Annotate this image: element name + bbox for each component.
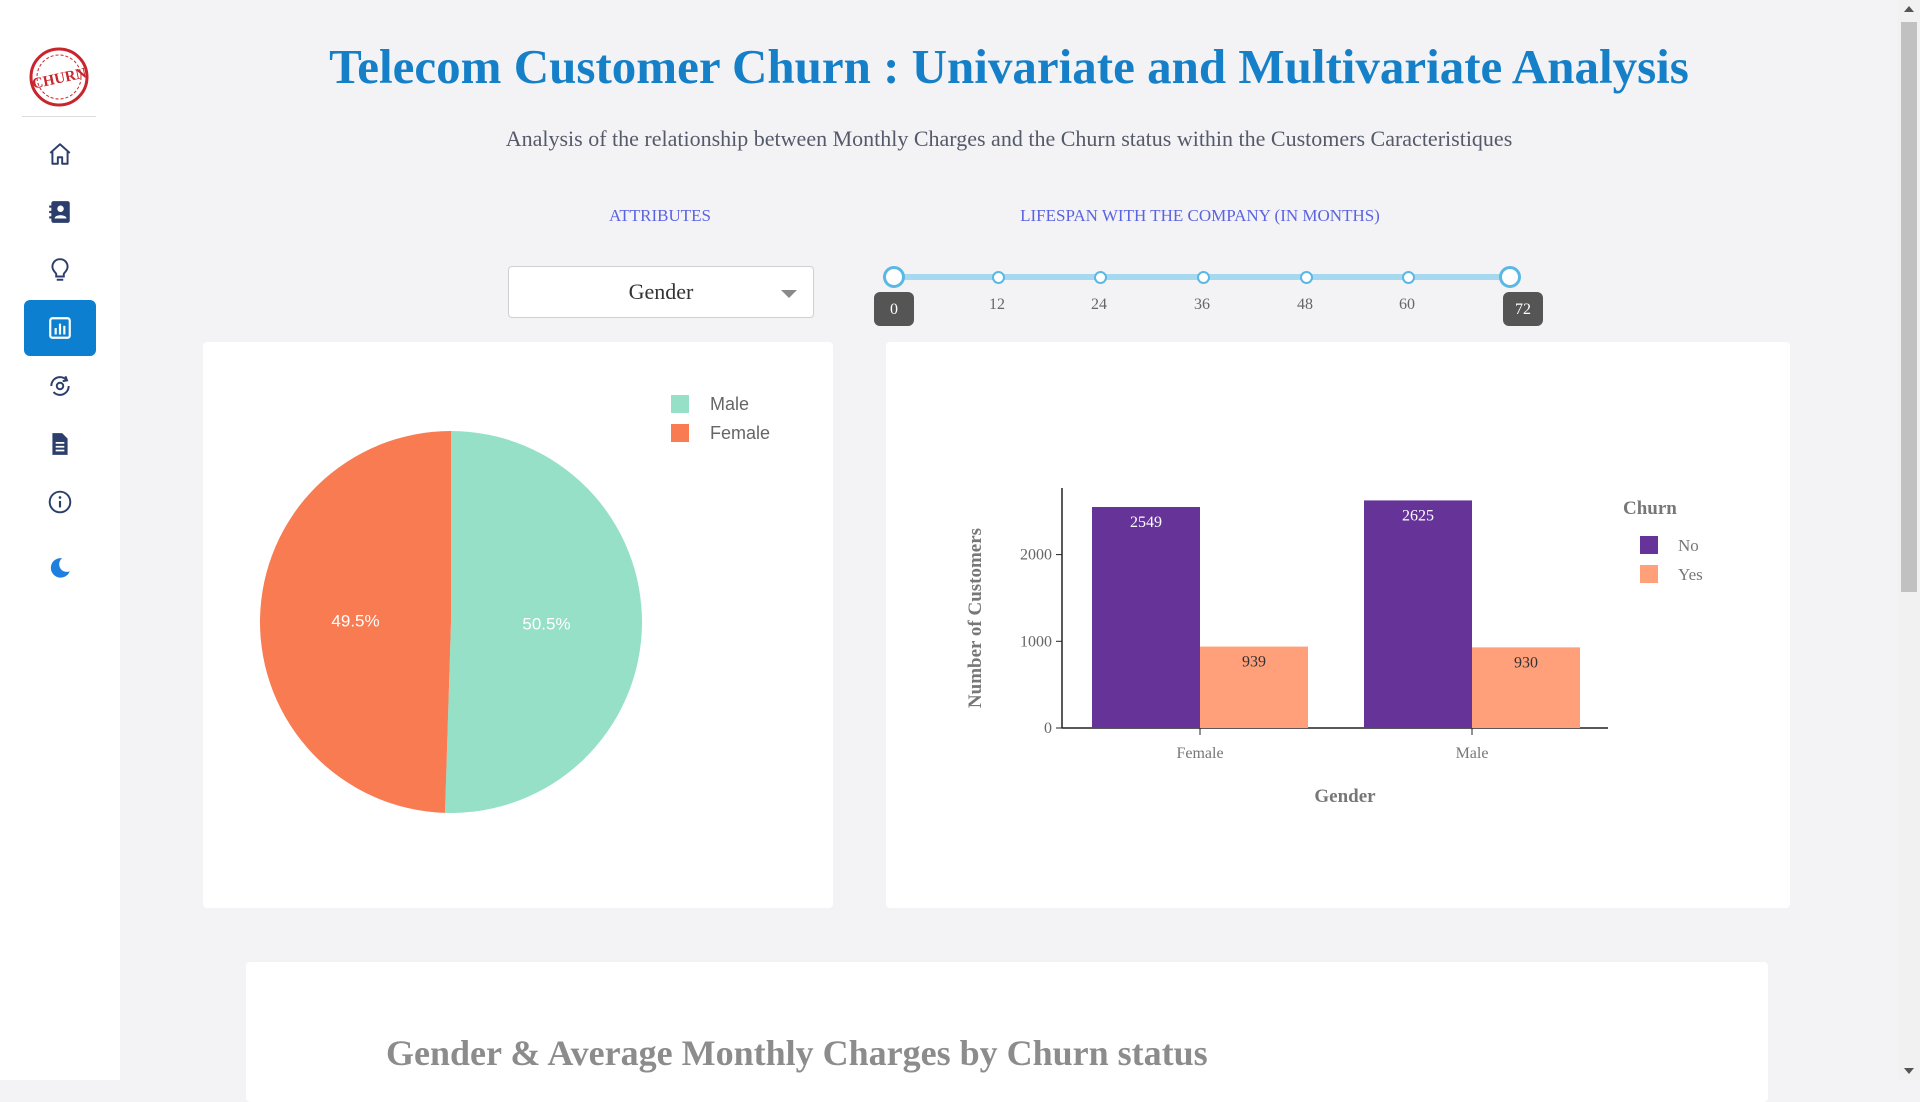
bar-no-male[interactable] — [1364, 500, 1472, 728]
bar-no-female[interactable] — [1092, 507, 1200, 728]
bar-chart-card: 0 1000 2000 Number of Customers Gender Female… — [886, 342, 1790, 908]
sidebar-item-contacts[interactable] — [24, 184, 96, 240]
chevron-down-icon[interactable] — [781, 290, 797, 298]
sidebar-item-home[interactable] — [24, 126, 96, 182]
section-title: Gender & Average Monthly Charges by Chur… — [386, 1033, 1208, 1073]
slider-mark: 24 — [1091, 296, 1107, 313]
slider-tick-dot — [1197, 271, 1210, 284]
y-axis-title: Number of Customers — [965, 528, 986, 708]
sidebar-item-prediction[interactable] — [24, 358, 96, 414]
legend-swatch[interactable] — [1640, 565, 1658, 583]
sidebar: CHURN — [0, 0, 120, 1080]
bar-value-label: 939 — [1242, 654, 1266, 671]
home-icon — [49, 143, 71, 165]
slider-handle-low[interactable] — [883, 266, 905, 288]
page-scrollbar[interactable] — [1898, 0, 1920, 1080]
slider-tick-dot — [992, 271, 1005, 284]
scrollbar-thumb[interactable] — [1901, 22, 1917, 592]
attributes-label: ATTRIBUTES — [609, 206, 711, 225]
y-tick-label: 1000 — [1020, 633, 1052, 650]
legend-label[interactable]: No — [1678, 536, 1699, 555]
x-axis-title: Gender — [1314, 786, 1376, 807]
x-tick-label: Male — [1456, 745, 1489, 762]
slider-mark: 36 — [1194, 296, 1210, 313]
legend-swatch[interactable] — [671, 395, 689, 413]
legend-title: Churn — [1623, 498, 1677, 519]
refresh-eye-icon — [50, 375, 70, 396]
churn-logo[interactable]: CHURN — [28, 46, 90, 108]
bar-value-label: 2625 — [1402, 507, 1434, 524]
legend-label[interactable]: Yes — [1678, 565, 1703, 584]
sidebar-item-insights[interactable] — [24, 242, 96, 298]
document-icon — [52, 433, 68, 455]
scroll-up-arrow-icon[interactable] — [1904, 6, 1914, 12]
legend-swatch[interactable] — [1640, 536, 1658, 554]
scroll-down-arrow-icon[interactable] — [1904, 1068, 1914, 1074]
sidebar-divider — [22, 116, 96, 117]
legend-label[interactable]: Male — [710, 394, 749, 414]
monthly-charges-card: Gender & Average Monthly Charges by Chur… — [246, 962, 1768, 1102]
info-icon — [48, 490, 72, 514]
slider-mark: 60 — [1399, 296, 1415, 313]
bar-value-label: 2549 — [1130, 514, 1162, 531]
legend-label[interactable]: Female — [710, 423, 770, 443]
pie-percent-label: 50.5% — [522, 615, 570, 634]
logo-text: CHURN — [31, 65, 88, 92]
legend-swatch[interactable] — [671, 424, 689, 442]
gender-pie-chart: 50.5% 49.5% Male Female — [259, 394, 770, 813]
bar-value-label: 930 — [1514, 654, 1538, 671]
moon-icon — [50, 558, 70, 578]
page-title: Telecom Customer Churn : Univariate and … — [329, 39, 1689, 94]
attribute-dropdown[interactable]: Gender — [508, 266, 814, 318]
contact-book-icon — [49, 201, 70, 223]
churn-bar-chart: 0 1000 2000 Number of Customers Gender Female… — [965, 488, 1703, 807]
slider-mark: 12 — [989, 296, 1005, 313]
pie-percent-label: 49.5% — [331, 611, 379, 630]
lifespan-label: LIFESPAN WITH THE COMPANY (IN MONTHS) — [1020, 206, 1380, 225]
theme-toggle[interactable] — [24, 540, 96, 596]
page-subtitle: Analysis of the relationship between Mon… — [505, 126, 1513, 151]
slider-tick-dot — [1094, 271, 1107, 284]
slider-mark: 48 — [1297, 296, 1313, 313]
sidebar-item-report[interactable] — [24, 416, 96, 472]
sidebar-item-analysis[interactable] — [24, 300, 96, 356]
slider-tooltip-low: 0 — [874, 292, 914, 326]
x-tick-label: Female — [1176, 745, 1223, 762]
sidebar-item-about[interactable] — [24, 474, 96, 530]
pie-chart-card: 50.5% 49.5% Male Female — [203, 342, 833, 908]
slider-tooltip-high: 72 — [1503, 292, 1543, 326]
slider-tick-dot — [1300, 271, 1313, 284]
slider-handle-high[interactable] — [1499, 266, 1521, 288]
lightbulb-icon — [51, 258, 69, 281]
y-tick-label: 0 — [1044, 720, 1052, 737]
attribute-dropdown-value: Gender — [628, 279, 694, 304]
bar-chart-icon — [49, 317, 71, 339]
y-tick-label: 2000 — [1020, 547, 1052, 564]
slider-tick-dot — [1402, 271, 1415, 284]
lifespan-range-slider[interactable]: 12 24 36 48 60 0 72 — [874, 260, 1543, 340]
